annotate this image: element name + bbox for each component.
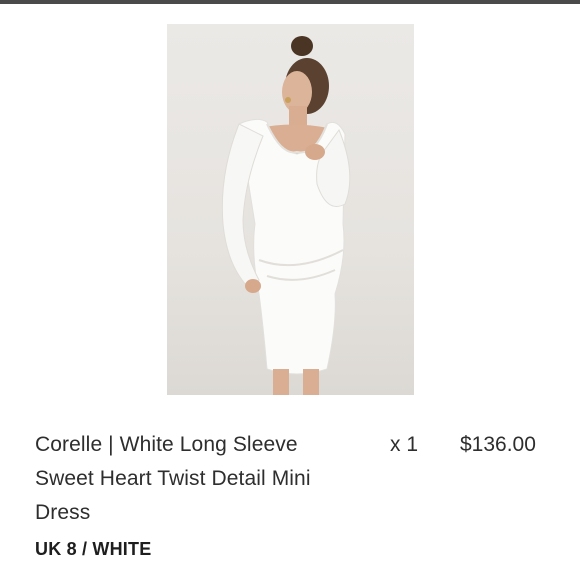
product-title[interactable]: Corelle | White Long Sleeve Sweet Heart …	[35, 428, 345, 530]
price-label: $136.00	[460, 433, 536, 456]
quantity-label: x 1	[390, 433, 419, 456]
top-divider-bar	[0, 0, 580, 4]
variant-label: UK 8 / WHITE	[35, 539, 152, 559]
product-photo-illustration	[221, 36, 351, 395]
product-image[interactable]	[167, 24, 414, 395]
